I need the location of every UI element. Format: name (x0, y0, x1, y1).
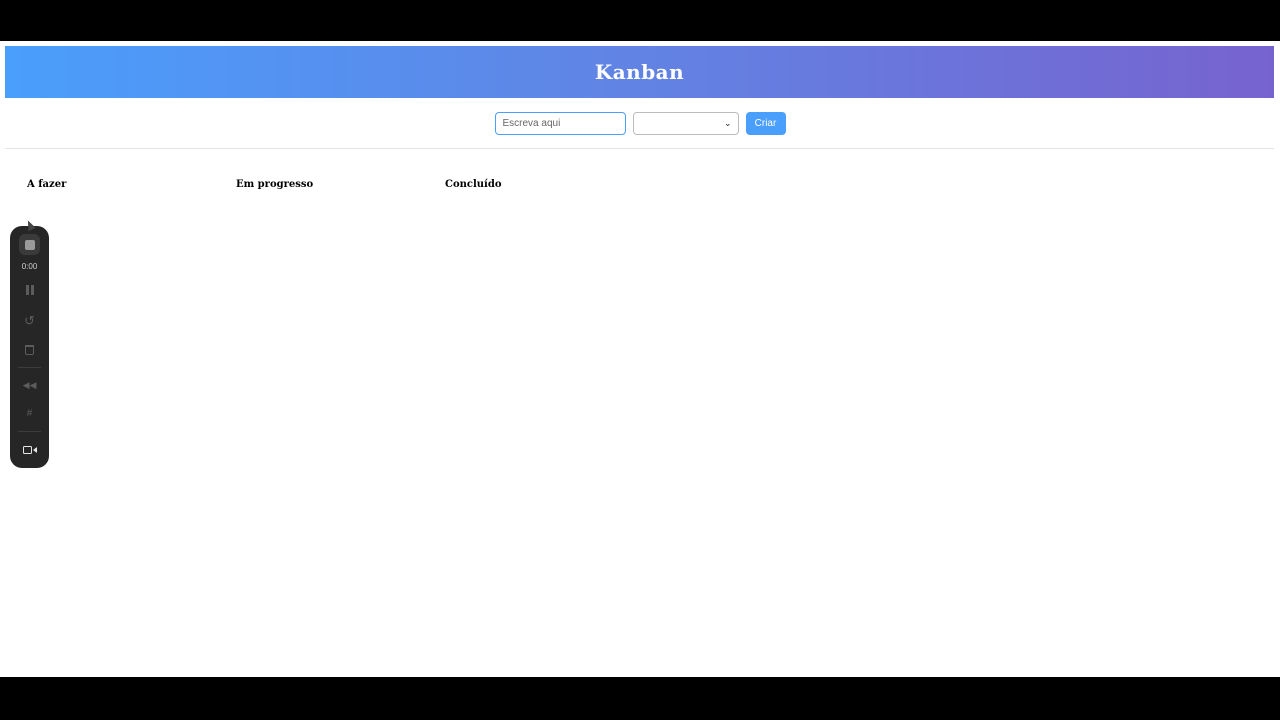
letterbox-bottom (0, 677, 1280, 720)
column-title-todo: A fazer (27, 179, 67, 190)
create-button[interactable]: Criar (745, 111, 786, 135)
pause-icon (25, 285, 34, 295)
rewind-icon: ◀◀ (22, 379, 37, 390)
page-title: Kanban (594, 60, 685, 84)
camera-icon (22, 446, 37, 454)
grid-icon: # (26, 408, 33, 419)
letterbox-top (0, 0, 1280, 41)
screen-recorder-toolbar: 0:00 ↺ ◀◀ # (10, 226, 49, 468)
task-form: ⌄ Criar (0, 111, 1280, 135)
restart-button[interactable]: ↺ (10, 312, 49, 328)
trash-icon (25, 345, 34, 355)
rewind-button[interactable]: ◀◀ (10, 377, 49, 393)
delete-button[interactable] (10, 342, 49, 358)
header-banner: Kanban (5, 46, 1274, 98)
chevron-down-icon: ⌄ (723, 117, 732, 128)
task-input[interactable] (494, 111, 626, 135)
column-title-in-progress: Em progresso (236, 179, 314, 190)
stop-icon (24, 239, 35, 250)
camera-button[interactable] (10, 442, 49, 458)
column-title-done: Concluído (445, 179, 502, 190)
divider (5, 148, 1274, 149)
toolbar-separator (18, 367, 41, 368)
kanban-page: Kanban ⌄ Criar A fazer Em progresso Conc… (0, 41, 1280, 677)
grid-button[interactable]: # (10, 406, 49, 422)
recording-timer: 0:00 (21, 262, 38, 271)
toolbar-separator (18, 431, 41, 432)
pause-button[interactable] (10, 282, 49, 298)
stop-recording-button[interactable] (19, 234, 40, 255)
status-select[interactable]: ⌄ (632, 111, 739, 135)
restart-icon: ↺ (24, 312, 35, 328)
